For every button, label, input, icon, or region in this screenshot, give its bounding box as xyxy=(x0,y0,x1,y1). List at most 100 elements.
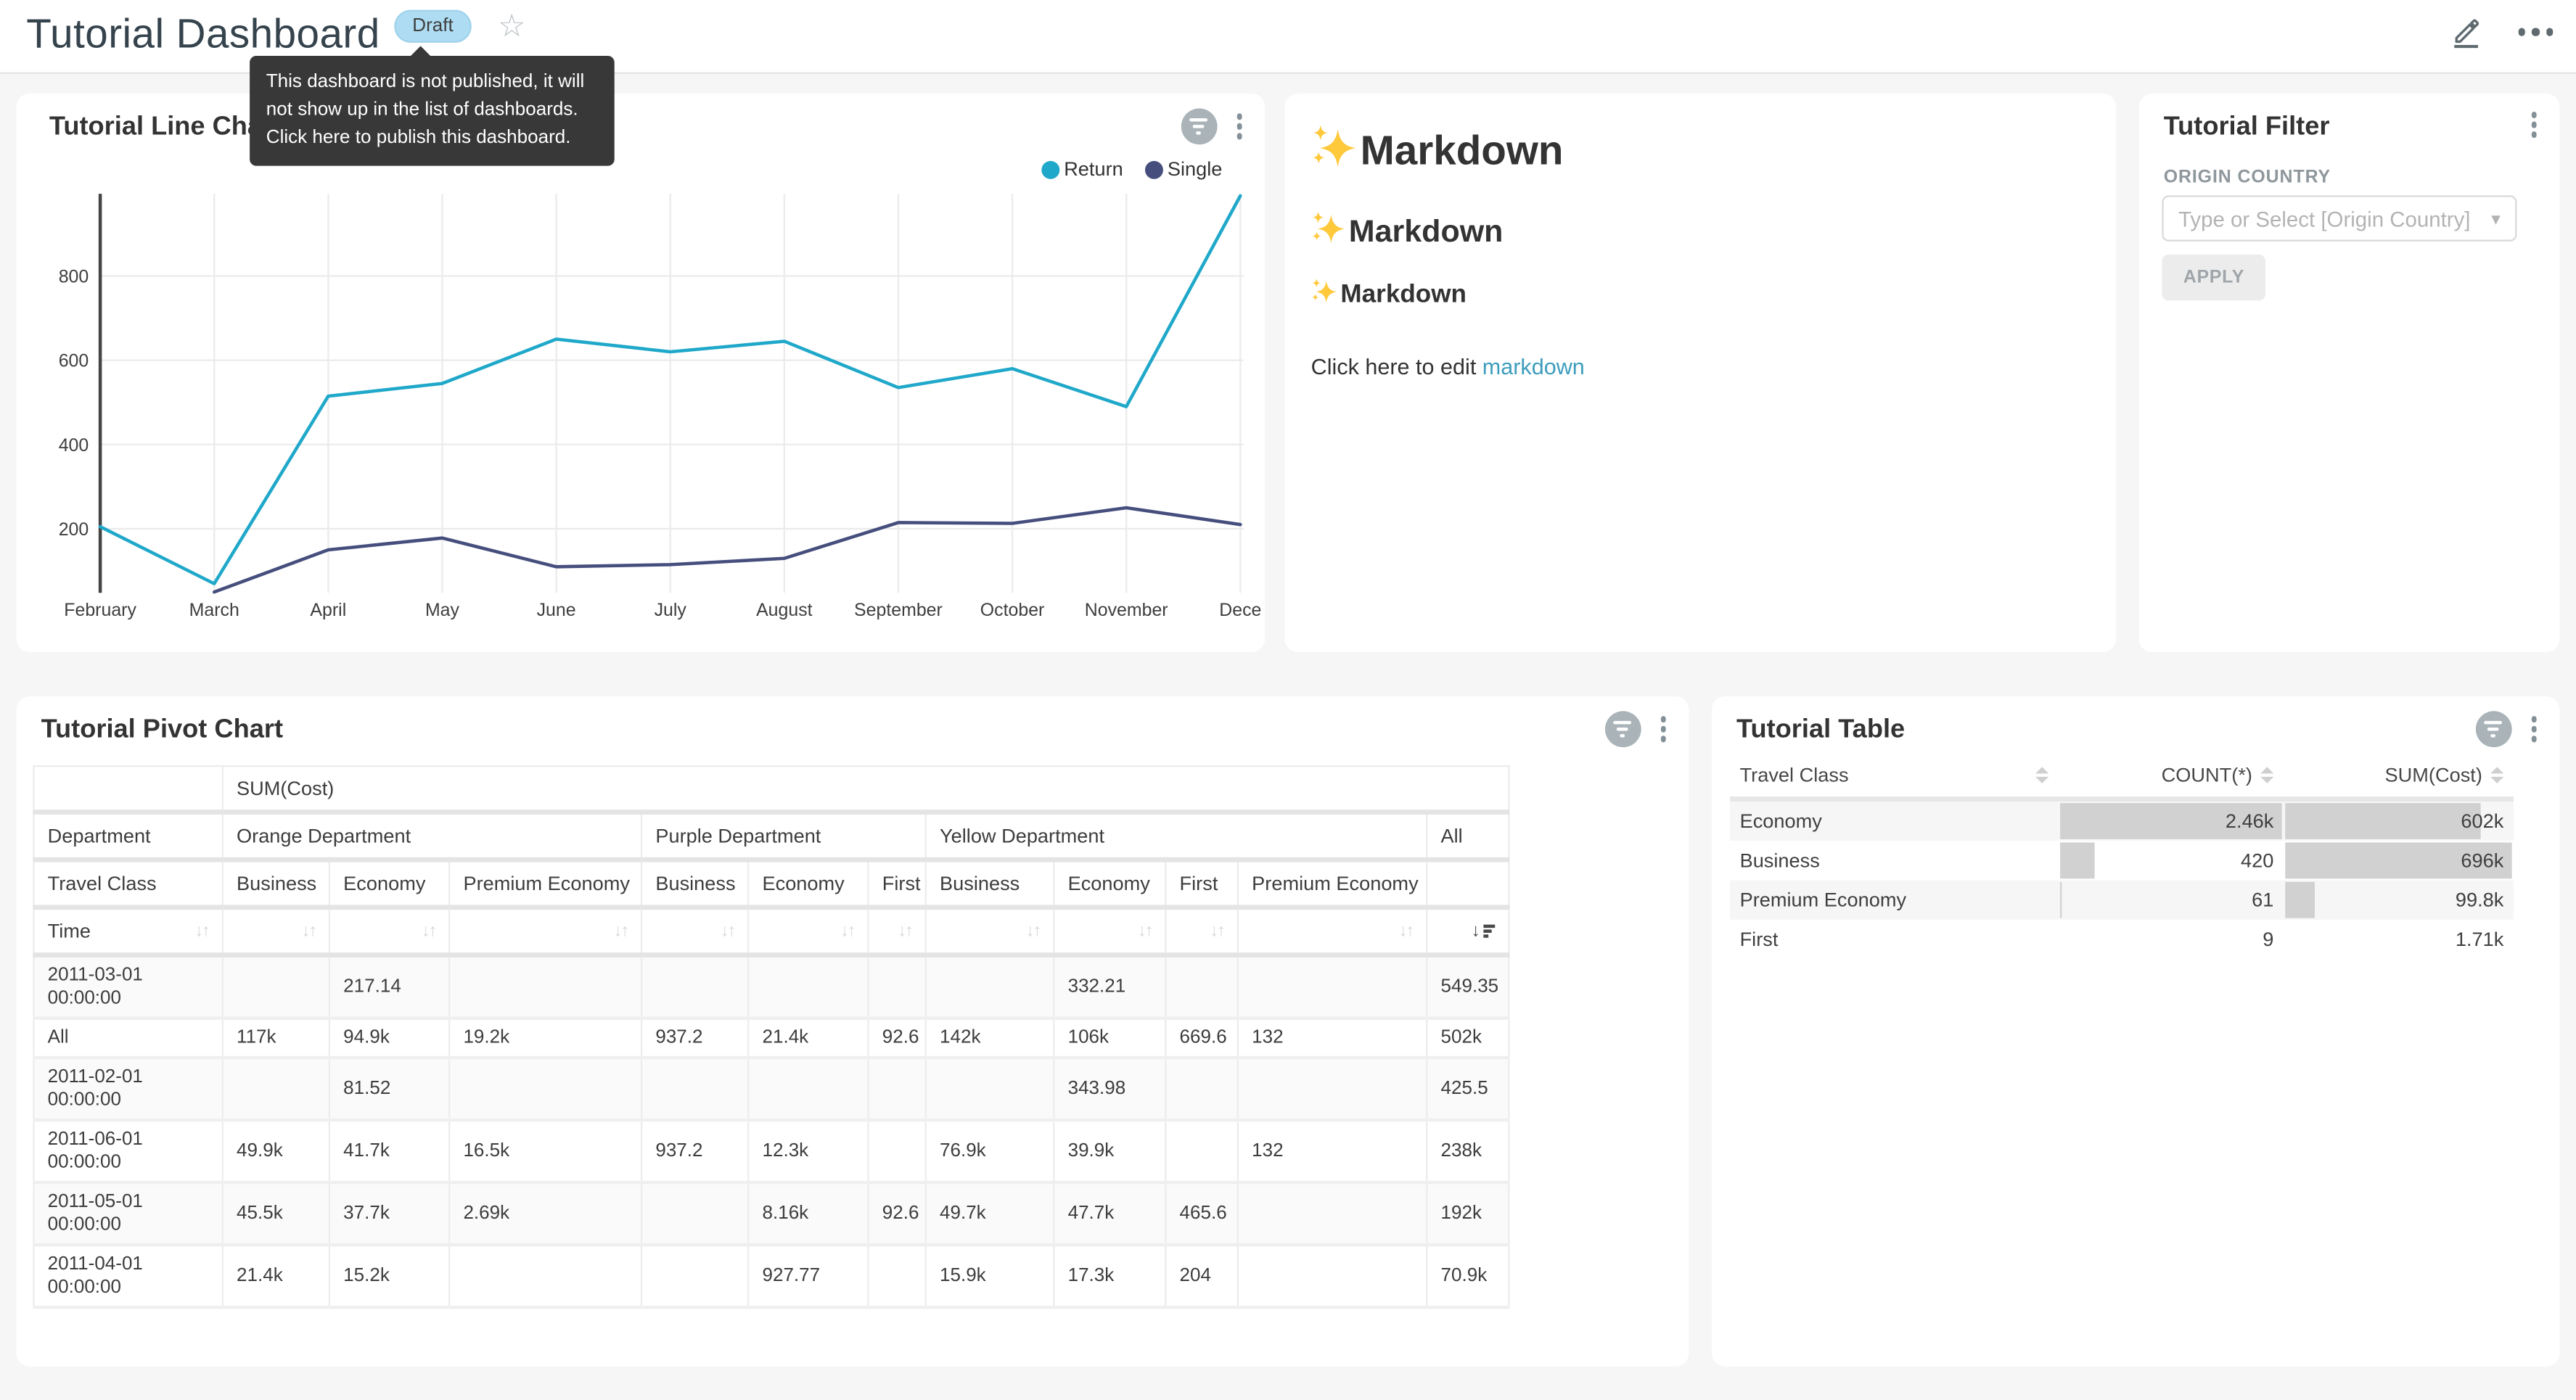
pivot-row: 2011-05-0100:00:0045.5k37.7k2.69k8.16k92… xyxy=(33,1182,1509,1245)
pivot-row: 2011-02-0100:00:0081.52343.98425.5 xyxy=(33,1058,1509,1120)
time-label: Time xyxy=(48,920,195,943)
pivot-cell: 142k xyxy=(926,1018,1054,1058)
pivot-class-row: Travel ClassBusinessEconomyPremium Econo… xyxy=(33,860,1509,907)
pivot-sort-cell: ↓↑ xyxy=(869,907,926,955)
y-tick-label: 600 xyxy=(59,351,89,371)
column-sorter-icon[interactable] xyxy=(2035,767,2048,783)
chart-menu-icon[interactable] xyxy=(1233,110,1245,142)
pivot-class-header: Premium Economy xyxy=(449,860,641,907)
sort-icon[interactable]: ↓↑ xyxy=(1026,921,1040,941)
more-options-icon[interactable] xyxy=(2518,28,2554,36)
pivot-sort-cell: ↓↑ xyxy=(641,907,748,955)
line-chart-svg[interactable]: 200400600800FebruaryMarchAprilMayJuneJul… xyxy=(17,186,1266,652)
pivot-time-header: Time↓↑ xyxy=(33,907,222,955)
sort-icon[interactable]: ↓↑ xyxy=(614,921,628,941)
pivot-card: Tutorial Pivot Chart SUM(Cost)Department… xyxy=(17,696,1689,1367)
pivot-department-header: Orange Department xyxy=(223,812,641,860)
sparkles-icon xyxy=(1311,123,1357,181)
sort-icon[interactable]: ↓↑ xyxy=(1138,921,1152,941)
pivot-cell xyxy=(1238,955,1427,1018)
pivot-cell xyxy=(449,1058,641,1120)
cross-filter-icon[interactable] xyxy=(2475,711,2511,747)
pivot-cell xyxy=(449,1245,641,1307)
pivot-cell xyxy=(641,955,748,1018)
count-cell: 9 xyxy=(2059,920,2284,959)
filter-card: Tutorial Filter ORIGIN COUNTRY Type or S… xyxy=(2139,94,2560,652)
series-line-single xyxy=(214,508,1240,592)
pivot-class-header: Business xyxy=(926,860,1054,907)
pivot-cell: 21.4k xyxy=(223,1245,329,1307)
count-cell: 61 xyxy=(2059,881,2284,920)
status-badge[interactable]: Draft xyxy=(394,10,471,43)
cell-value: 602k xyxy=(2461,810,2503,833)
pivot-cell xyxy=(1238,1182,1427,1245)
pivot-row: 2011-04-0100:00:0021.4k15.2k927.7715.9k1… xyxy=(33,1245,1509,1307)
column-sorter-icon[interactable] xyxy=(2490,767,2503,783)
legend-item-single[interactable]: Single xyxy=(1144,157,1222,181)
pivot-cell: 332.21 xyxy=(1054,955,1165,1018)
chart-legend: Return Single xyxy=(1041,157,1222,181)
table-header-row: Travel Class COUNT(*) SUM(Cost) xyxy=(1730,759,2514,799)
favorite-star-icon[interactable]: ☆ xyxy=(498,8,526,46)
pivot-cell: 21.4k xyxy=(748,1018,868,1058)
column-header-label: COUNT(*) xyxy=(2162,764,2252,787)
pivot-sort-cell: ↓↑ xyxy=(1165,907,1238,955)
cross-filter-icon[interactable] xyxy=(1604,711,1641,747)
pivot-cell xyxy=(748,1058,868,1120)
filter-menu-icon[interactable] xyxy=(2527,108,2540,140)
table-row: First91.71k xyxy=(1730,920,2514,959)
pivot-cell: 192k xyxy=(1427,1182,1509,1245)
pivot-class-header: First xyxy=(1165,860,1238,907)
sort-icon[interactable]: ↓↑ xyxy=(840,921,854,941)
column-header-sum-cost-[interactable]: SUM(Cost) xyxy=(2284,759,2514,799)
x-tick-label: November xyxy=(1085,600,1168,620)
origin-country-label: ORIGIN COUNTRY xyxy=(2164,168,2331,187)
sort-desc-icon[interactable]: ↓ xyxy=(1471,921,1495,941)
chart-menu-icon[interactable] xyxy=(1657,713,1669,745)
column-header-label: Travel Class xyxy=(1740,764,1849,787)
apply-button[interactable]: APPLY xyxy=(2162,255,2265,300)
sort-icon[interactable]: ↓↑ xyxy=(301,921,315,941)
pivot-class-header: Premium Economy xyxy=(1238,860,1427,907)
column-sorter-icon[interactable] xyxy=(2260,767,2273,783)
pivot-sort-cell: ↓↑ xyxy=(1238,907,1427,955)
cell-bar xyxy=(2060,882,2062,918)
column-header-travel-class[interactable]: Travel Class xyxy=(1730,759,2059,799)
sort-icon[interactable]: ↓↑ xyxy=(1210,921,1223,941)
pivot-sort-cell: ↓↑ xyxy=(449,907,641,955)
cross-filter-icon[interactable] xyxy=(1181,108,1217,144)
legend-item-return[interactable]: Return xyxy=(1041,157,1123,181)
pivot-cell xyxy=(869,1245,926,1307)
pivot-all-header: All xyxy=(1427,812,1509,860)
sort-icon[interactable]: ↓↑ xyxy=(721,921,734,941)
sum-cell: 99.8k xyxy=(2284,881,2514,920)
pivot-cell: 16.5k xyxy=(449,1120,641,1182)
pivot-class-header: Economy xyxy=(1054,860,1165,907)
chart-menu-icon[interactable] xyxy=(2527,713,2540,745)
sort-icon[interactable]: ↓↑ xyxy=(422,921,435,941)
origin-country-select[interactable]: Type or Select [Origin Country] ▾ xyxy=(2162,195,2516,241)
sort-icon[interactable]: ↓↑ xyxy=(898,921,911,941)
pivot-cell: 92.6 xyxy=(869,1018,926,1058)
edit-pencil-icon[interactable] xyxy=(2447,15,2482,49)
markdown-link[interactable]: markdown xyxy=(1482,355,1585,379)
pivot-cell xyxy=(223,1058,329,1120)
x-tick-label: March xyxy=(189,600,239,620)
x-tick-label: July xyxy=(655,600,687,620)
pivot-cell: 47.7k xyxy=(1054,1182,1165,1245)
pivot-cell: 81.52 xyxy=(329,1058,449,1120)
column-header-count-[interactable]: COUNT(*) xyxy=(2059,759,2284,799)
pivot-cell xyxy=(1238,1058,1427,1120)
table-card: Tutorial Table Travel ClassCOUNT(*)SUM(C… xyxy=(1712,696,2559,1367)
cell-bar xyxy=(2060,842,2095,878)
pivot-cell xyxy=(641,1245,748,1307)
sum-cell: 602k xyxy=(2284,799,2514,841)
sort-icon[interactable]: ↓↑ xyxy=(194,921,208,941)
pivot-department-header: Purple Department xyxy=(641,812,926,860)
pivot-cell: 343.98 xyxy=(1054,1058,1165,1120)
column-header-label: SUM(Cost) xyxy=(2385,764,2482,787)
sort-icon[interactable]: ↓↑ xyxy=(1399,921,1413,941)
pivot-cell xyxy=(748,955,868,1018)
pivot-cell: 502k xyxy=(1427,1018,1509,1058)
legend-label: Return xyxy=(1064,157,1123,181)
